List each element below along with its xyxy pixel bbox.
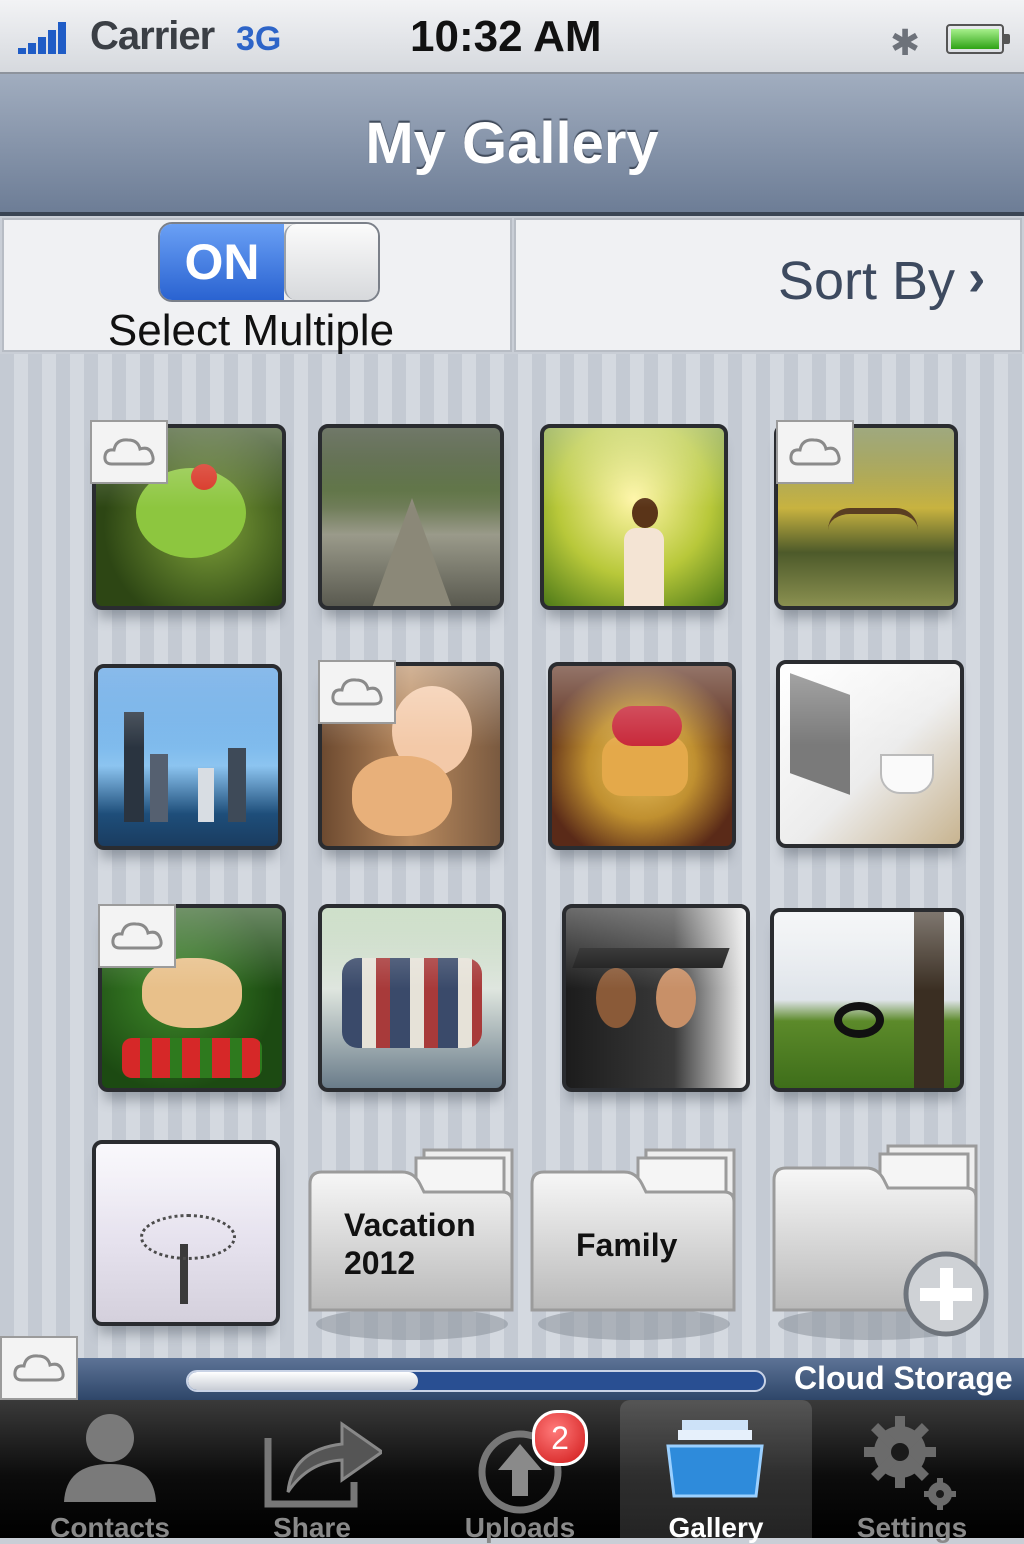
page-title: My Gallery (365, 111, 659, 176)
uploads-badge: 2 (532, 1410, 588, 1466)
tab-contacts[interactable]: Contacts (10, 1400, 210, 1543)
toggle-on-label: ON (160, 224, 284, 300)
cloud-storage-label: Cloud Storage (794, 1360, 1013, 1396)
tab-share[interactable]: Share (212, 1400, 412, 1543)
cloud-icon (98, 904, 176, 968)
select-multiple-toggle[interactable]: ON (158, 222, 380, 302)
battery-icon (946, 24, 1010, 54)
cloud-storage-progress (186, 1370, 766, 1392)
bluetooth-icon: ✱ (890, 22, 921, 63)
cloud-icon (776, 420, 854, 484)
photo-pancakes[interactable] (548, 662, 736, 850)
photo-woman-in-field[interactable] (540, 424, 728, 610)
share-arrow-icon (264, 1421, 382, 1508)
add-folder-button[interactable] (770, 1140, 992, 1344)
sort-by-label: Sort By (778, 251, 956, 311)
status-time: 10:32 AM (410, 12, 602, 61)
tab-label-share: Share (273, 1512, 351, 1543)
photo-group-friends[interactable] (318, 904, 506, 1092)
photo-city-skyline[interactable] (94, 664, 282, 850)
photo-winter-tree[interactable] (92, 1140, 280, 1326)
person-icon (64, 1414, 156, 1502)
cloud-icon (0, 1336, 78, 1400)
folder-label-vacation: Vacation 2012 (344, 1207, 476, 1281)
tab-label-gallery: Gallery (668, 1512, 764, 1543)
photo-boardwalk[interactable] (318, 424, 504, 610)
status-bar: Carrier 3G 10:32 AM ✱ (0, 0, 1024, 74)
signal-strength-icon (18, 22, 80, 54)
toggle-knob[interactable] (284, 224, 378, 300)
tab-gallery[interactable]: Gallery (620, 1400, 812, 1543)
photo-laptop-coffee[interactable] (776, 660, 964, 848)
gear-icon (864, 1416, 956, 1510)
gallery-box-icon (666, 1420, 764, 1498)
tab-label-settings: Settings (856, 1512, 968, 1543)
tab-label-uploads: Uploads (464, 1512, 576, 1543)
photo-tire-swing[interactable] (770, 908, 964, 1092)
plus-icon (903, 1251, 989, 1337)
tab-label-contacts: Contacts (50, 1512, 170, 1543)
select-multiple-label: Select Multiple (107, 306, 395, 355)
carrier-name: Carrier (90, 14, 215, 58)
folder-label-family: Family (576, 1227, 678, 1263)
photo-graduates[interactable] (562, 904, 750, 1092)
cloud-icon (90, 420, 168, 484)
network-type: 3G (236, 20, 282, 58)
cloud-icon (318, 660, 396, 724)
tab-settings[interactable]: Settings (812, 1400, 1012, 1543)
tab-uploads[interactable]: Uploads (420, 1400, 620, 1543)
chevron-right-icon: › (968, 249, 986, 307)
